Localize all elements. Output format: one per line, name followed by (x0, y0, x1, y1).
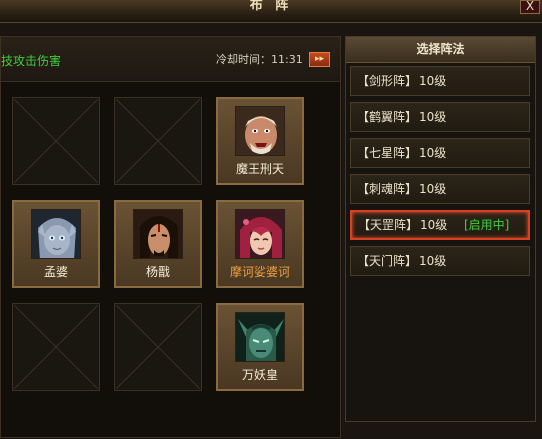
yang-jian-portrait (133, 209, 183, 259)
formation-item-piercing-soul[interactable]: 【刺魂阵】 10级 (350, 174, 530, 204)
formation-name: 【刺魂阵】 (357, 182, 418, 196)
formation-name: 【天门阵】 (357, 254, 418, 268)
formation-name: 【鹤翼阵】 (357, 110, 418, 124)
formation-level: 10级 (419, 254, 447, 268)
hero-name: 摩诃娑婆诃 (229, 265, 290, 279)
close-button[interactable]: X (520, 0, 540, 14)
formation-level: 10级 (419, 74, 447, 88)
demon-king-xingtian-portrait (235, 106, 285, 156)
info-bar: 技攻击伤害 冷却时间：11:31 ▸▸ (1, 37, 340, 82)
formation-selection-panel: 选择阵法 【剑形阵】 10级 【鹤翼阵】 10级 【七星阵】 10级 【刺魂阵】… (345, 36, 536, 422)
grid-slot-5[interactable]: 杨戬 (114, 200, 202, 288)
grid-slot-8[interactable] (114, 303, 202, 391)
mohe-suopohe-portrait (235, 209, 285, 259)
hero-name: 孟婆 (43, 265, 68, 279)
formation-level: 10级 (420, 218, 448, 232)
formation-item-crane-wing[interactable]: 【鹤翼阵】 10级 (350, 102, 530, 132)
grid-slot-6[interactable]: 摩诃娑婆诃 (216, 200, 304, 288)
grid-slot-4[interactable]: 孟婆 (12, 200, 100, 288)
formation-active-badge: [启用中] (464, 218, 510, 232)
formation-item-heaven-gate[interactable]: 【天门阵】 10级 (350, 246, 530, 276)
wan-yao-huang-portrait (235, 312, 285, 362)
formation-name: 【剑形阵】 (357, 74, 418, 88)
grid-slot-9[interactable]: 万妖皇 (216, 303, 304, 391)
hero-name: 万妖皇 (241, 368, 278, 382)
cooldown-timer: 冷却时间：11:31 (216, 53, 303, 66)
formation-name: 【天罡阵】 (358, 218, 419, 232)
formation-level: 10级 (419, 146, 447, 160)
title-bar: 布 阵 X (0, 0, 542, 23)
window-title: 布 阵 (249, 0, 293, 13)
formation-item-sword[interactable]: 【剑形阵】 10级 (350, 66, 530, 96)
grid-slot-7[interactable] (12, 303, 100, 391)
hero-name: 魔王刑天 (235, 162, 284, 176)
formation-level: 10级 (419, 182, 447, 196)
formation-level: 10级 (419, 110, 447, 124)
formation-panel-header: 选择阵法 (346, 37, 535, 63)
grid-slot-1[interactable] (12, 97, 100, 185)
formation-grid-panel: 技攻击伤害 冷却时间：11:31 ▸▸ 魔王刑天 孟婆 杨戬 摩诃娑婆诃 万妖皇 (0, 36, 341, 438)
formation-item-tiangang[interactable]: 【天罡阵】 10级 [启用中] (350, 210, 530, 240)
skill-description: 技攻击伤害 (1, 54, 62, 68)
formation-name: 【七星阵】 (357, 146, 418, 160)
hero-name: 杨戬 (145, 265, 170, 279)
formation-item-seven-star[interactable]: 【七星阵】 10级 (350, 138, 530, 168)
meng-po-portrait (31, 209, 81, 259)
cooldown-speedup-button[interactable]: ▸▸ (309, 52, 330, 67)
grid-slot-3[interactable]: 魔王刑天 (216, 97, 304, 185)
formation-grid: 魔王刑天 孟婆 杨戬 摩诃娑婆诃 万妖皇 (1, 82, 340, 437)
grid-slot-2[interactable] (114, 97, 202, 185)
